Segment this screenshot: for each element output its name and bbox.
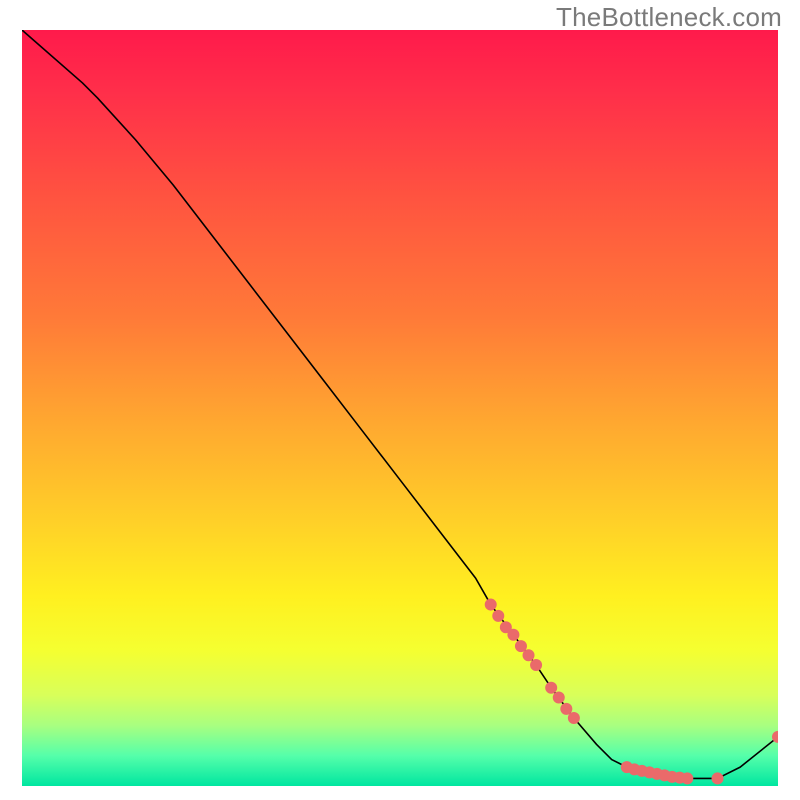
highlighted-points — [485, 599, 778, 785]
marker-point — [681, 772, 693, 784]
chart-overlay — [22, 30, 778, 786]
chart-stage: TheBottleneck.com — [0, 0, 800, 800]
marker-point — [553, 692, 565, 704]
bottleneck-curve — [22, 30, 778, 778]
marker-point — [523, 649, 535, 661]
marker-point — [530, 659, 542, 671]
watermark-text: TheBottleneck.com — [556, 2, 782, 33]
marker-point — [485, 599, 497, 611]
marker-point — [712, 772, 724, 784]
marker-point — [507, 629, 519, 641]
plot-area — [22, 30, 778, 786]
marker-point — [492, 610, 504, 622]
marker-point — [545, 682, 557, 694]
marker-point — [568, 712, 580, 724]
